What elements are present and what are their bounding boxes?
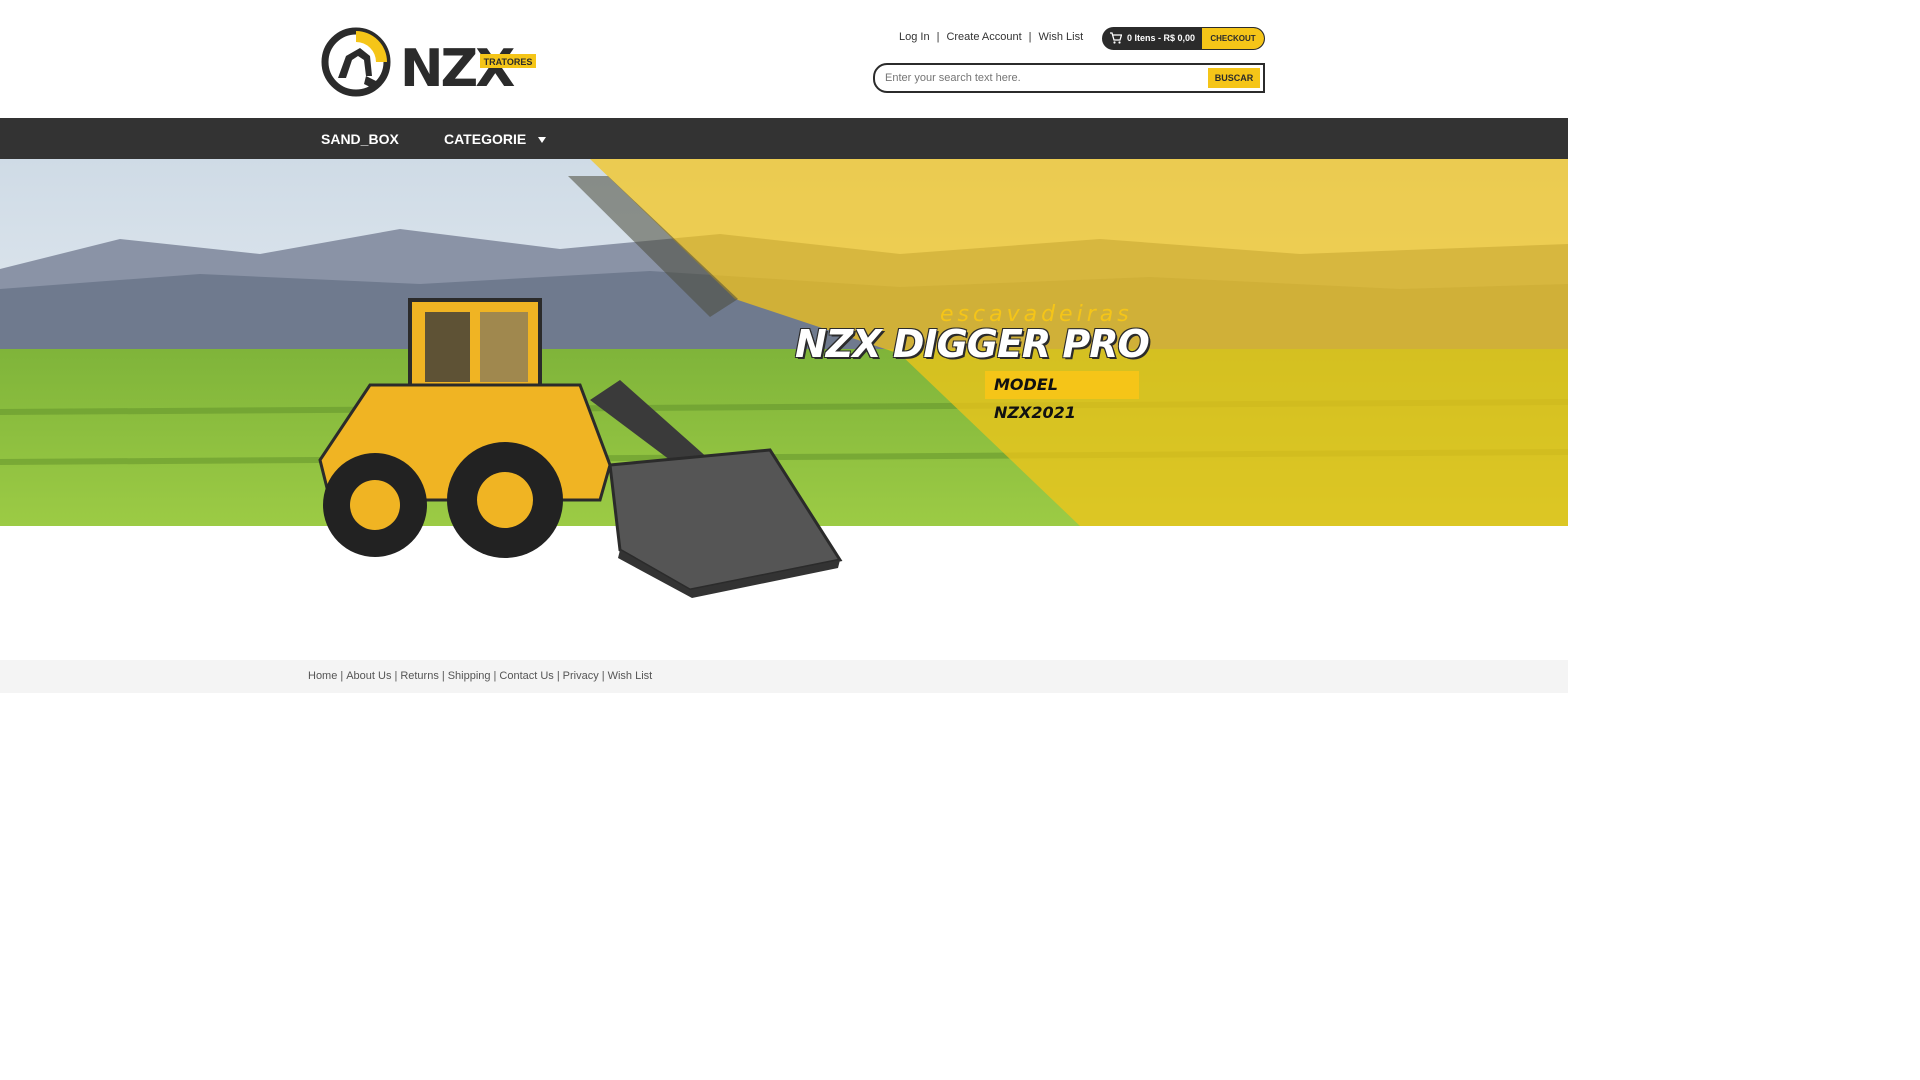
brand-tagline: TRATORES bbox=[484, 57, 533, 67]
separator: | bbox=[601, 670, 605, 682]
footer-link-shipping[interactable]: Shipping bbox=[448, 670, 491, 682]
footer-links: Home | About Us | Returns | Shipping | Contact U… bbox=[308, 670, 652, 682]
footer-link-contact[interactable]: Contact Us bbox=[499, 670, 553, 682]
separator: | bbox=[493, 670, 497, 682]
brand-logo[interactable]: NZX TRATORES bbox=[320, 26, 550, 98]
cart-icon bbox=[1110, 32, 1122, 44]
separator: | bbox=[556, 670, 560, 682]
account-links: Log In | Create Account | Wish List bbox=[899, 31, 1083, 43]
main-nav: SAND_BOX CATEGORIE bbox=[0, 118, 1568, 159]
separator: | bbox=[441, 670, 445, 682]
banner-model-badge: MODEL NZX2021 bbox=[985, 371, 1139, 422]
checkout-button[interactable]: CHECKOUT bbox=[1202, 28, 1264, 49]
cart-widget[interactable]: 0 Itens - R$ 0,00 CHECKOUT bbox=[1102, 27, 1265, 50]
separator: | bbox=[340, 670, 344, 682]
caret-down-icon bbox=[538, 137, 547, 144]
login-link[interactable]: Log In bbox=[899, 31, 930, 43]
search-input[interactable] bbox=[885, 71, 1205, 85]
search-button[interactable]: BUSCAR bbox=[1208, 68, 1260, 88]
separator: | bbox=[394, 670, 398, 682]
search-box: BUSCAR bbox=[873, 63, 1265, 93]
cart-summary: 0 Itens - R$ 0,00 bbox=[1127, 33, 1196, 43]
nav-item-categorie[interactable]: CATEGORIE bbox=[444, 131, 547, 147]
banner-title: NZX DIGGER PRO bbox=[795, 322, 1150, 366]
brand-name: NZX bbox=[400, 39, 515, 98]
footer-link-returns[interactable]: Returns bbox=[400, 670, 439, 682]
wish-list-link[interactable]: Wish List bbox=[1039, 31, 1084, 43]
separator: | bbox=[1028, 31, 1032, 43]
nav-item-sand-box[interactable]: SAND_BOX bbox=[321, 131, 399, 147]
footer-link-privacy[interactable]: Privacy bbox=[563, 670, 599, 682]
separator: | bbox=[936, 31, 940, 43]
nav-item-label: SAND_BOX bbox=[321, 131, 399, 147]
site-header: NZX TRATORES Log In | Create Account | Wish … bbox=[0, 0, 1568, 118]
footer-link-home[interactable]: Home bbox=[308, 670, 337, 682]
nav-item-label: CATEGORIE bbox=[444, 131, 527, 147]
create-account-link[interactable]: Create Account bbox=[946, 31, 1021, 43]
footer-link-about[interactable]: About Us bbox=[346, 670, 391, 682]
wheel-loader-image bbox=[318, 298, 843, 598]
site-footer: Home | About Us | Returns | Shipping | Contact U… bbox=[0, 660, 1568, 693]
footer-link-wish-list[interactable]: Wish List bbox=[608, 670, 653, 682]
